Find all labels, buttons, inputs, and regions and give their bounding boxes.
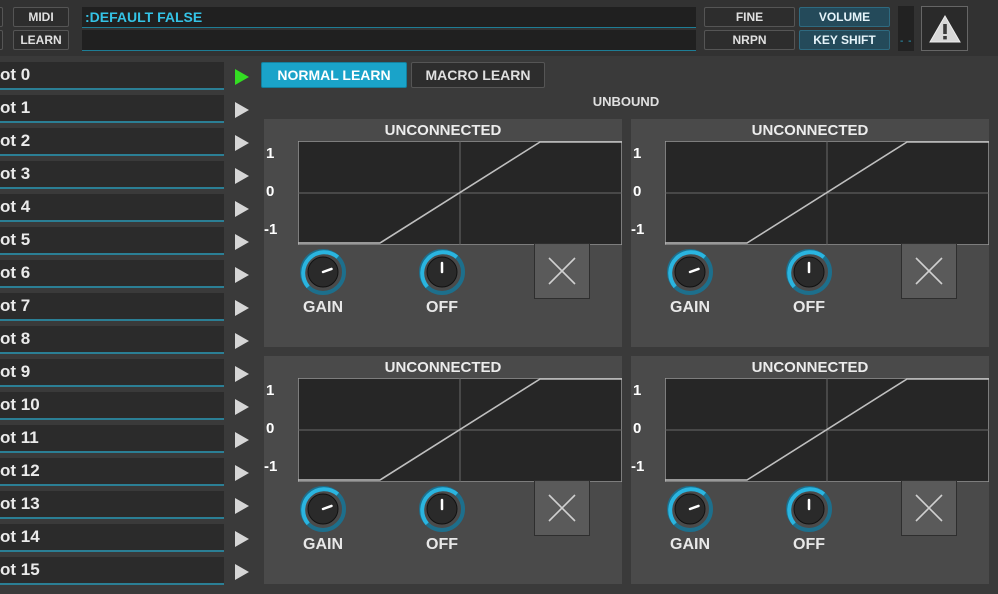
- modulation-panel: UNCONNECTED 1 0 -1 GAIN OFF: [264, 119, 622, 347]
- modulation-panel: UNCONNECTED 1 0 -1 GAIN OFF: [631, 356, 989, 584]
- left-edge-button-top[interactable]: [0, 7, 3, 27]
- nrpn-button[interactable]: NRPN: [704, 30, 795, 50]
- disconnect-button[interactable]: [901, 480, 957, 536]
- offset-knob[interactable]: [786, 249, 832, 300]
- y-axis-bottom-label: -1: [264, 221, 278, 238]
- disconnect-button[interactable]: [534, 480, 590, 536]
- slot-play-arrow-icon[interactable]: [234, 464, 250, 482]
- slot-play-arrow-icon[interactable]: [234, 332, 250, 350]
- y-axis-top-label: 1: [633, 382, 642, 399]
- y-axis-bottom-label: -1: [631, 221, 645, 238]
- close-icon: [548, 494, 576, 522]
- slot-play-arrow-icon[interactable]: [234, 200, 250, 218]
- volume-button[interactable]: VOLUME: [799, 7, 890, 27]
- offset-knob[interactable]: [419, 486, 465, 537]
- slot-play-arrow-icon[interactable]: [234, 167, 250, 185]
- response-curve-graph: [298, 141, 622, 245]
- learn-button[interactable]: LEARN: [13, 30, 69, 50]
- slot-item[interactable]: ot 14: [0, 524, 224, 552]
- status-display-line-2: [82, 30, 696, 51]
- gain-knob[interactable]: [300, 486, 346, 537]
- response-curve-graph: [298, 378, 622, 482]
- slot-item[interactable]: ot 0: [0, 62, 224, 90]
- response-curve-graph: [665, 141, 989, 245]
- gain-knob[interactable]: [667, 486, 713, 537]
- y-axis-mid-label: 0: [266, 183, 275, 200]
- slot-play-arrow-icon[interactable]: [234, 365, 250, 383]
- normal-learn-button[interactable]: NORMAL LEARN: [261, 62, 407, 88]
- y-axis-bottom-label: -1: [631, 458, 645, 475]
- panel-title: UNCONNECTED: [384, 359, 502, 376]
- slot-play-arrow-icon[interactable]: [234, 530, 250, 548]
- y-axis-mid-label: 0: [633, 183, 642, 200]
- slot-item[interactable]: ot 1: [0, 95, 224, 123]
- gain-label: GAIN: [670, 536, 710, 553]
- slot-item[interactable]: ot 5: [0, 227, 224, 255]
- slot-item[interactable]: ot 13: [0, 491, 224, 519]
- key-shift-button[interactable]: KEY SHIFT: [799, 30, 890, 50]
- offset-label: OFF: [426, 299, 458, 316]
- gain-label: GAIN: [670, 299, 710, 316]
- status-display-line-1: :DEFAULT FALSE: [82, 7, 696, 28]
- disconnect-button[interactable]: [901, 243, 957, 299]
- slot-play-arrow-icon[interactable]: [234, 266, 250, 284]
- offset-knob[interactable]: [786, 486, 832, 537]
- slot-item[interactable]: ot 8: [0, 326, 224, 354]
- offset-knob[interactable]: [419, 249, 465, 300]
- macro-learn-button[interactable]: MACRO LEARN: [411, 62, 545, 88]
- slot-item[interactable]: ot 3: [0, 161, 224, 189]
- slot-item[interactable]: ot 4: [0, 194, 224, 222]
- gain-label: GAIN: [303, 299, 343, 316]
- left-edge-button-bottom[interactable]: [0, 30, 3, 50]
- level-meter: - -: [898, 6, 914, 51]
- y-axis-mid-label: 0: [266, 420, 275, 437]
- slot-item[interactable]: ot 9: [0, 359, 224, 387]
- slot-play-arrow-icon[interactable]: [234, 134, 250, 152]
- midi-button[interactable]: MIDI: [13, 7, 69, 27]
- meter-readout: - -: [900, 36, 913, 47]
- slot-play-arrow-icon[interactable]: [234, 497, 250, 515]
- slot-item[interactable]: ot 11: [0, 425, 224, 453]
- binding-status: UNBOUND: [592, 94, 660, 109]
- y-axis-bottom-label: -1: [264, 458, 278, 475]
- y-axis-top-label: 1: [633, 145, 642, 162]
- slot-play-arrow-icon[interactable]: [234, 431, 250, 449]
- gain-label: GAIN: [303, 536, 343, 553]
- slot-item[interactable]: ot 7: [0, 293, 224, 321]
- slot-play-arrow-icon[interactable]: [234, 299, 250, 317]
- slot-play-arrow-icon[interactable]: [234, 233, 250, 251]
- fine-button[interactable]: FINE: [704, 7, 795, 27]
- slot-item[interactable]: ot 2: [0, 128, 224, 156]
- panel-title: UNCONNECTED: [751, 122, 869, 139]
- gain-knob[interactable]: [667, 249, 713, 300]
- slot-item[interactable]: ot 10: [0, 392, 224, 420]
- slot-play-arrow-icon[interactable]: [234, 68, 250, 86]
- panel-title: UNCONNECTED: [751, 359, 869, 376]
- top-toolbar: MIDI LEARN :DEFAULT FALSE FINE NRPN VOLU…: [0, 0, 998, 56]
- slot-play-arrow-icon[interactable]: [234, 398, 250, 416]
- panel-title: UNCONNECTED: [384, 122, 502, 139]
- response-curve-graph: [665, 378, 989, 482]
- close-icon: [548, 257, 576, 285]
- warning-button[interactable]: [921, 6, 968, 51]
- slot-play-arrow-icon[interactable]: [234, 101, 250, 119]
- offset-label: OFF: [793, 536, 825, 553]
- offset-label: OFF: [426, 536, 458, 553]
- slot-item[interactable]: ot 15: [0, 557, 224, 585]
- offset-label: OFF: [793, 299, 825, 316]
- disconnect-button[interactable]: [534, 243, 590, 299]
- close-icon: [915, 494, 943, 522]
- close-icon: [915, 257, 943, 285]
- y-axis-top-label: 1: [266, 145, 275, 162]
- gain-knob[interactable]: [300, 249, 346, 300]
- y-axis-mid-label: 0: [633, 420, 642, 437]
- slot-item[interactable]: ot 12: [0, 458, 224, 486]
- slot-item[interactable]: ot 6: [0, 260, 224, 288]
- warning-icon: [928, 14, 961, 42]
- slot-play-arrow-icon[interactable]: [234, 563, 250, 581]
- y-axis-top-label: 1: [266, 382, 275, 399]
- modulation-panel: UNCONNECTED 1 0 -1 GAIN OFF: [264, 356, 622, 584]
- modulation-panel: UNCONNECTED 1 0 -1 GAIN OFF: [631, 119, 989, 347]
